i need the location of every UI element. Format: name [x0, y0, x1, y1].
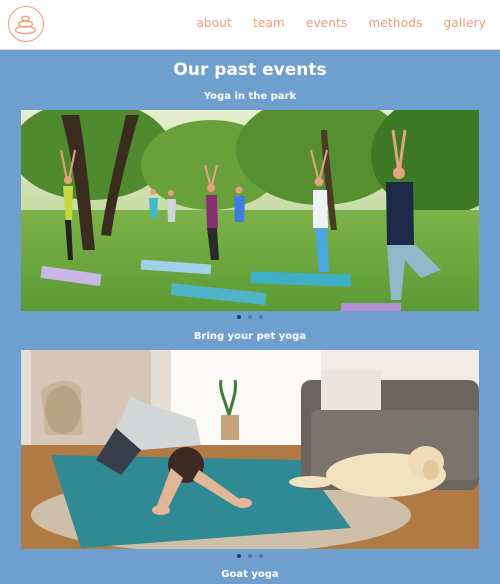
- nav-gallery[interactable]: gallery: [444, 16, 486, 30]
- carousel-dot[interactable]: [259, 315, 263, 319]
- main-nav: about team events methods gallery: [196, 16, 486, 30]
- carousel-dots-park: [0, 315, 500, 319]
- event-caption-pet: Bring your pet yoga: [193, 331, 307, 342]
- carousel-dots-pet: [0, 554, 500, 558]
- carousel-dot[interactable]: [237, 315, 241, 319]
- nav-methods[interactable]: methods: [369, 16, 423, 30]
- nav-team[interactable]: team: [253, 16, 285, 30]
- carousel-dot[interactable]: [248, 554, 252, 558]
- event-caption-park: Yoga in the park: [203, 91, 297, 102]
- stacked-stones-icon[interactable]: [8, 6, 44, 42]
- pet-yoga-photo[interactable]: [21, 350, 479, 549]
- carousel-dot[interactable]: [259, 554, 263, 558]
- site-header: about team events methods gallery: [0, 0, 500, 50]
- carousel-dot[interactable]: [248, 315, 252, 319]
- nav-events[interactable]: events: [306, 16, 348, 30]
- event-caption-goat: Goat yoga: [221, 569, 279, 580]
- carousel-dot[interactable]: [237, 554, 241, 558]
- page-title: Our past events: [173, 60, 327, 80]
- nav-about[interactable]: about: [196, 16, 232, 30]
- park-yoga-photo[interactable]: [21, 110, 479, 311]
